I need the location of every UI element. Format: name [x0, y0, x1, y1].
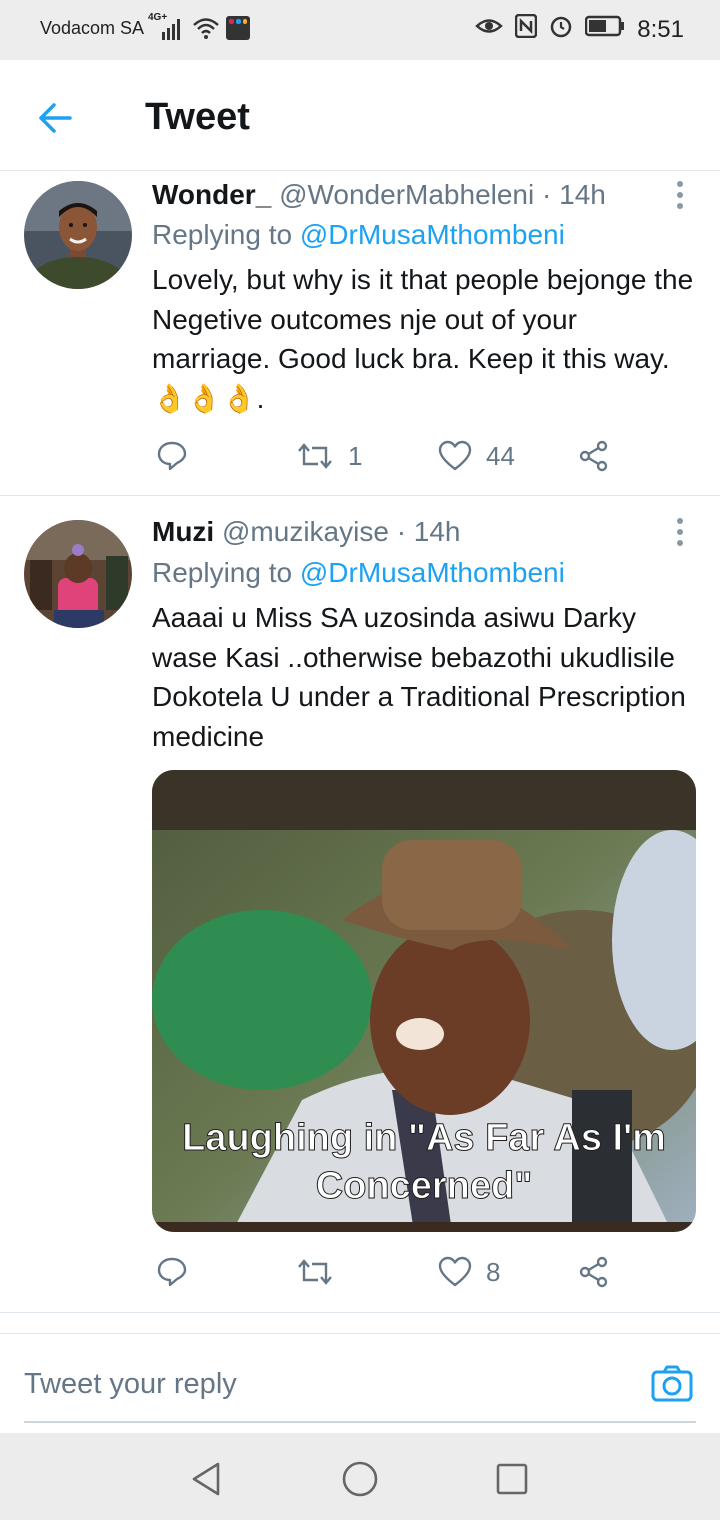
reply-input-underline [24, 1421, 696, 1423]
signal-icon: 4G+ [148, 12, 186, 42]
retweet-button[interactable] [296, 1252, 348, 1292]
back-button[interactable] [36, 100, 76, 136]
like-count: 44 [486, 440, 515, 471]
share-button[interactable] [578, 436, 610, 476]
tweet-media-image[interactable]: Laughing in "As Far As I'm Concerned" [152, 770, 696, 1232]
system-nav-bar [0, 1433, 720, 1520]
triangle-back-icon [192, 1462, 220, 1496]
retweet-button[interactable]: 1 [296, 436, 362, 476]
status-icons-left: 4G+ [148, 12, 250, 42]
more-vertical-icon [677, 518, 683, 524]
more-options-button[interactable] [672, 181, 688, 215]
heart-icon [438, 440, 472, 471]
like-count: 8 [486, 1256, 501, 1287]
reply-icon [157, 1257, 187, 1287]
reply-input[interactable]: Tweet your reply [24, 1368, 237, 1401]
tweet[interactable]: Wonder_ @WonderMabheleni · 14h Replying … [0, 171, 720, 495]
author-name[interactable]: Wonder_ [152, 179, 271, 210]
author-name[interactable]: Muzi [152, 516, 214, 547]
mention-link[interactable]: @DrMusaMthombeni [300, 219, 565, 250]
tweet-header: Wonder_ @WonderMabheleni · 14h [152, 179, 606, 211]
alarm-icon [549, 14, 573, 45]
tweet-header: Muzi @muzikayise · 14h [152, 516, 461, 548]
replying-to: Replying to @DrMusaMthombeni [152, 557, 565, 589]
battery-icon [585, 15, 625, 44]
tweet[interactable]: Muzi @muzikayise · 14h Replying to @DrMu… [0, 496, 720, 1312]
divider [0, 1312, 720, 1313]
avatar[interactable] [24, 520, 132, 628]
wifi-icon [192, 14, 220, 42]
share-button[interactable] [578, 1252, 610, 1292]
retweet-icon [298, 1259, 332, 1285]
author-handle[interactable]: @muzikayise [222, 516, 389, 547]
reply-button[interactable] [156, 436, 188, 476]
nfc-icon [515, 13, 538, 45]
arrow-left-icon [39, 103, 72, 133]
mention-link[interactable]: @DrMusaMthombeni [300, 557, 565, 588]
reply-button[interactable] [156, 1252, 188, 1292]
app-notification-icon [226, 16, 250, 40]
eye-comfort-icon [475, 15, 504, 44]
reply-icon [157, 441, 187, 471]
page-title: Tweet [145, 96, 250, 138]
clock: 8:51 [637, 15, 684, 43]
tweet-text: Aaaai u Miss SA uzosinda asiwu Darky was… [152, 602, 686, 752]
tweet-actions: 1 44 [152, 436, 632, 476]
tweet-time: · 14h [542, 179, 606, 210]
status-bar: Vodacom SA 4G+ 8:51 [0, 0, 720, 60]
app-bar: Tweet [0, 60, 720, 171]
nav-back-button[interactable] [186, 1459, 226, 1499]
retweet-count: 1 [348, 440, 363, 471]
circle-home-icon [342, 1461, 378, 1497]
camera-button[interactable] [650, 1362, 694, 1406]
square-recents-icon [496, 1463, 528, 1495]
nav-home-button[interactable] [340, 1459, 380, 1499]
replying-prefix: Replying to [152, 557, 300, 588]
replying-to: Replying to @DrMusaMthombeni [152, 219, 565, 251]
replying-prefix: Replying to [152, 219, 300, 250]
tweet-time: · 14h [396, 516, 461, 547]
more-vertical-icon [677, 181, 683, 187]
share-icon [579, 1256, 608, 1288]
heart-icon [438, 1256, 472, 1287]
media-caption-line-1: Laughing in "As Far As I'm [182, 1117, 666, 1159]
share-icon [579, 440, 608, 472]
avatar[interactable] [24, 181, 132, 289]
retweet-icon [298, 443, 332, 469]
status-icons-right: 8:51 [475, 13, 684, 45]
tweet-actions: 8 [152, 1252, 632, 1292]
carrier-label: Vodacom SA [40, 18, 145, 38]
author-handle[interactable]: @WonderMabheleni [279, 179, 534, 210]
nav-recents-button[interactable] [492, 1459, 532, 1499]
like-button[interactable]: 8 [438, 1252, 500, 1292]
like-button[interactable]: 44 [438, 436, 515, 476]
tweet-text: Lovely, but why is it that people bejong… [152, 264, 694, 414]
camera-icon [651, 1365, 693, 1402]
media-caption-line-2: Concerned" [316, 1165, 533, 1207]
more-options-button[interactable] [672, 518, 688, 552]
reply-composer: Tweet your reply [0, 1333, 720, 1434]
